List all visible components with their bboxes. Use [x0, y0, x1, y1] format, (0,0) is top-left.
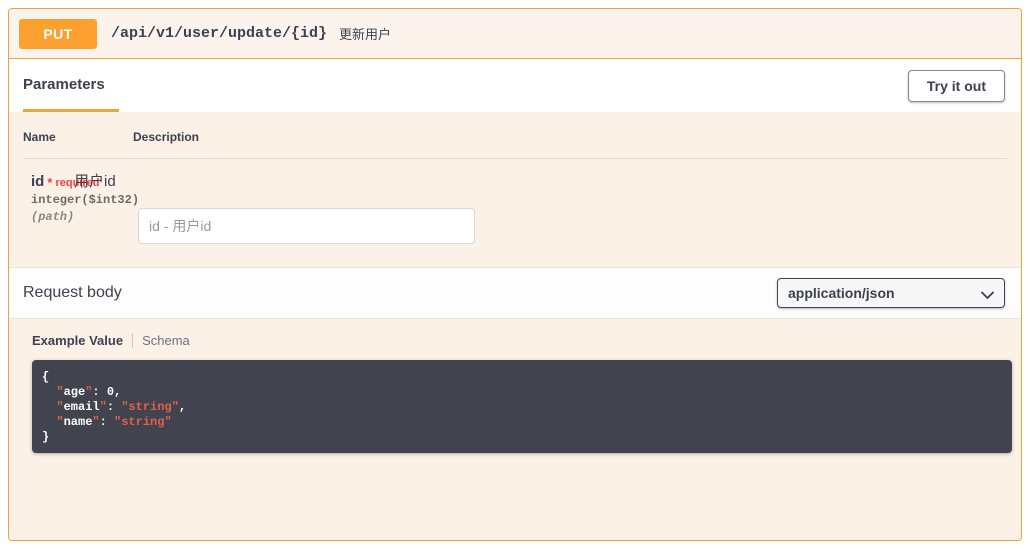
example-tabs: Example Value Schema [23, 333, 1007, 348]
parameter-name-cell: id * required integer($int32) (path) [23, 159, 140, 246]
content-type-select[interactable]: application/json [777, 278, 1005, 308]
operation-summary-text: 更新用户 [339, 27, 392, 42]
parameters-table-wrapper: Name Description id * required integer($i… [9, 112, 1021, 267]
example-json-code: { "age": 0, "email": "string", "name": "… [42, 370, 187, 444]
request-body-title: Request body [23, 284, 122, 301]
tab-schema[interactable]: Schema [142, 333, 190, 348]
parameter-description-cell: 用户id [74, 159, 1007, 246]
tab-active-indicator [23, 109, 119, 112]
column-header-name: Name [23, 130, 133, 159]
parameters-bottom-spacer [23, 245, 1007, 267]
content-type-select-wrapper[interactable]: application/json [777, 278, 1005, 308]
parameters-section-header: Parameters Try it out [9, 59, 1021, 112]
operation-summary-header[interactable]: PUT /api/v1/user/update/{id} 更新用户 [9, 9, 1021, 59]
parameter-type: integer($int32) [31, 193, 140, 207]
parameter-location: (path) [31, 210, 75, 224]
operation-block-put-user-update: PUT /api/v1/user/update/{id} 更新用户 Parame… [8, 8, 1022, 541]
parameter-name-text: id [31, 173, 45, 190]
tab-divider [132, 333, 134, 348]
parameters-table: Name Description id * required integer($i… [23, 130, 1007, 245]
column-header-description: Description [133, 130, 1007, 159]
http-method-badge: PUT [19, 18, 97, 49]
request-body-header: Request body application/json [9, 267, 1021, 319]
parameter-id-input[interactable] [138, 208, 475, 244]
table-row: id * required integer($int32) (path) 用户id [23, 159, 1007, 246]
tab-parameters[interactable]: Parameters [23, 76, 105, 95]
required-asterisk: * [47, 175, 53, 190]
example-json-code-block[interactable]: { "age": 0, "email": "string", "name": "… [32, 360, 1012, 453]
example-value-wrapper: Example Value Schema { "age": 0, "email"… [9, 319, 1021, 540]
try-it-out-button[interactable]: Try it out [907, 69, 1005, 102]
table-header-row: Name Description [23, 130, 1007, 159]
tab-example-value[interactable]: Example Value [32, 333, 123, 348]
operation-path: /api/v1/user/update/{id} [111, 25, 328, 42]
parameter-description: 用户id [74, 173, 116, 190]
